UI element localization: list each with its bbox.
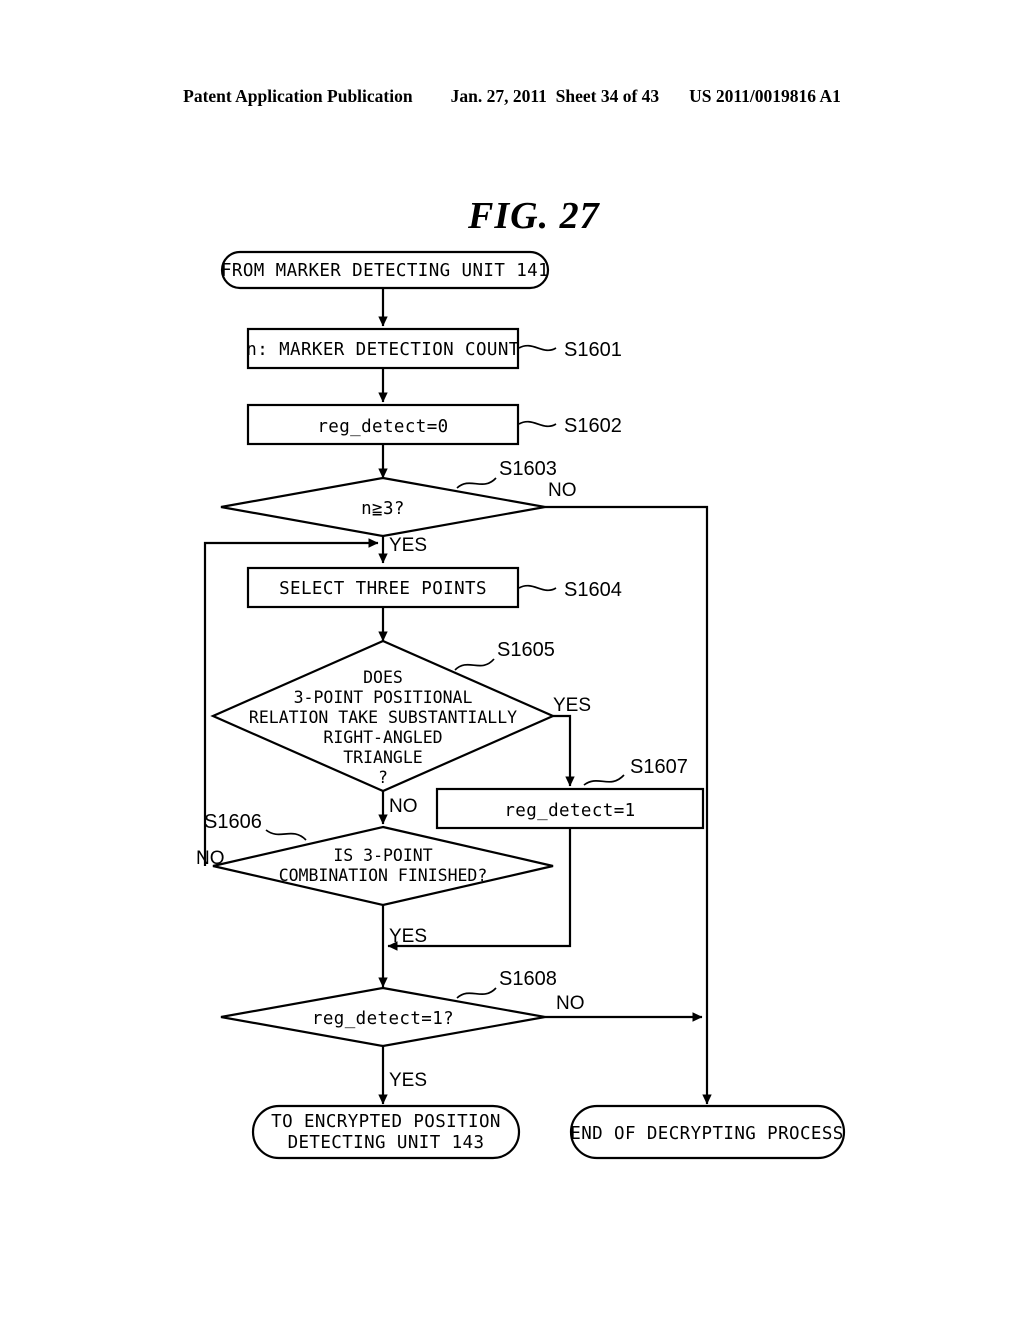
edge-label-s1603-yes: YES: [389, 535, 427, 556]
edge-label-s1606-no: NO: [196, 848, 225, 869]
end-yes-terminal-line-2: DETECTING UNIT 143: [288, 1133, 485, 1153]
node-s1601: n: MARKER DETECTION COUNT: [246, 327, 519, 370]
node-s1605: DOES 3-POINT POSITIONAL RELATION TAKE SU…: [210, 639, 556, 793]
edge-label-s1603-no: NO: [548, 480, 577, 501]
s1605-diamond-line-2: 3-POINT POSITIONAL: [294, 688, 473, 707]
end-no-terminal-label: END OF DECRYPTING PROCESS: [570, 1124, 843, 1144]
leader-s1605: [454, 658, 495, 671]
step-label-s1603: S1603: [499, 458, 557, 480]
s1607-box-label: reg_detect=1: [504, 801, 635, 821]
patent-page: Patent Application Publication Jan. 27, 2…: [0, 0, 1024, 1320]
s1605-diamond-line-3: RELATION TAKE SUBSTANTIALLY: [249, 708, 517, 727]
leader-s1608: [456, 987, 497, 999]
edge-label-s1605-yes: YES: [553, 695, 591, 716]
node-s1607: reg_detect=1: [435, 787, 705, 830]
edge-label-s1608-no: NO: [556, 993, 585, 1014]
node-start: FROM MARKER DETECTING UNIT 141: [220, 250, 550, 290]
edge-label-s1605-no: NO: [389, 796, 418, 817]
s1606-diamond-line-1: IS 3-POINT: [333, 846, 432, 865]
s1601-box-label: n: MARKER DETECTION COUNT: [246, 340, 519, 360]
step-label-s1605: S1605: [497, 639, 555, 661]
step-label-s1606: S1606: [204, 811, 262, 833]
node-s1608: reg_detect=1?: [220, 986, 546, 1048]
node-end-no: END OF DECRYPTING PROCESS: [569, 1104, 846, 1160]
edge-label-s1606-yes: YES: [389, 926, 427, 947]
leader-s1604: [518, 584, 557, 592]
s1608-diamond-label: reg_detect=1?: [312, 1009, 454, 1029]
step-label-s1604: S1604: [564, 579, 622, 601]
s1604-box-label: SELECT THREE POINTS: [279, 579, 487, 599]
node-end-yes: TO ENCRYPTED POSITION DETECTING UNIT 143: [251, 1104, 521, 1160]
leader-s1601: [518, 344, 557, 352]
node-s1604: SELECT THREE POINTS: [246, 566, 520, 609]
s1603-diamond-label: n≧3?: [361, 499, 405, 519]
leader-s1607: [583, 774, 625, 786]
figure-title: FIG. 27: [467, 195, 601, 237]
edge-s1605-yes-to-s1607: [553, 714, 575, 787]
node-s1603: n≧3?: [220, 476, 546, 538]
edge-label-s1608-yes: YES: [389, 1070, 427, 1091]
leader-s1603: [456, 477, 497, 489]
step-label-s1602: S1602: [564, 415, 622, 437]
s1605-diamond-line-6: ?: [378, 768, 388, 787]
leader-s1606: [265, 829, 307, 841]
node-s1606: IS 3-POINT COMBINATION FINISHED?: [212, 825, 554, 907]
s1605-diamond-line-4: RIGHT-ANGLED: [323, 728, 442, 747]
start-terminal-label: FROM MARKER DETECTING UNIT 141: [221, 261, 549, 281]
end-yes-terminal-line-1: TO ENCRYPTED POSITION: [271, 1112, 501, 1132]
flowchart-figure: FIG. 27 FROM MARKER DETECTING UNIT 141 n…: [196, 195, 846, 1160]
leader-s1602: [518, 420, 557, 428]
s1605-diamond-line-1: DOES: [363, 668, 403, 687]
step-label-s1601: S1601: [564, 339, 622, 361]
s1602-box-label: reg_detect=0: [317, 417, 448, 437]
s1606-diamond-line-2: COMBINATION FINISHED?: [279, 866, 488, 885]
step-label-s1607: S1607: [630, 756, 688, 778]
step-label-s1608: S1608: [499, 968, 557, 990]
s1605-diamond-line-5: TRIANGLE: [343, 748, 422, 767]
node-s1602: reg_detect=0: [246, 403, 520, 446]
